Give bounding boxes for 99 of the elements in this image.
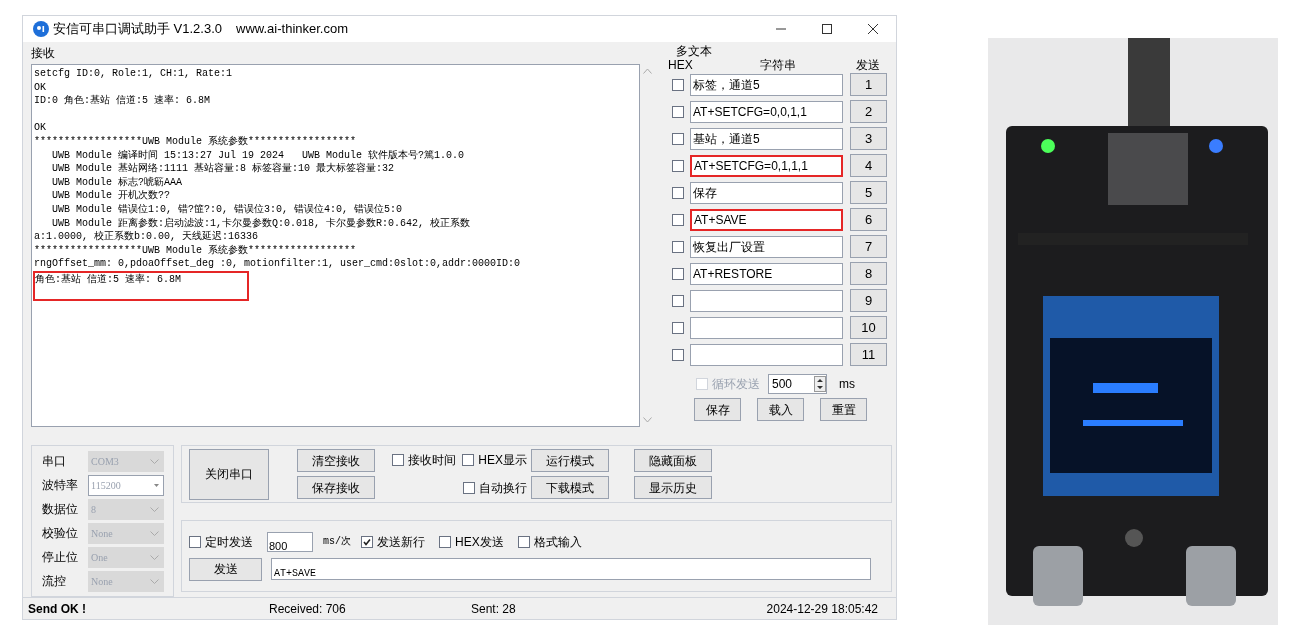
close-port-button[interactable]: 关闭串口 — [189, 448, 269, 500]
app-logo-icon — [33, 21, 49, 37]
checkbox[interactable]: 自动换行 — [463, 479, 527, 498]
log-line: UWB Module 编译时间 15:13:27 Jul 19 2024 UWB Module 软件版本号?篤1.0.0 — [51, 149, 465, 161]
hex-checkbox[interactable] — [672, 267, 684, 280]
setting-label: 数据位 — [42, 501, 79, 519]
string-field[interactable]: 标签，通道5 — [690, 73, 843, 96]
unit-label: ms — [839, 376, 855, 393]
column-header: HEX — [668, 58, 694, 72]
send-number-button[interactable]: 6 — [850, 208, 887, 231]
send-number-button[interactable]: 3 — [850, 127, 887, 150]
checkbox[interactable]: 格式输入 — [517, 532, 582, 551]
hex-checkbox[interactable] — [672, 321, 684, 334]
column-header: 发送 — [855, 58, 881, 72]
log-line: ******************UWB Module 系统参数****************** — [34, 135, 357, 147]
string-field[interactable] — [690, 316, 843, 339]
send-input-field[interactable]: AT+SAVE — [271, 558, 871, 581]
log-line: UWB Module 错误位1:0, 错?篚?:0, 错误位3:0, 错误位4:0, 错误位5:0 — [51, 203, 403, 215]
log-line: rngOffset_mm: 0,pdoaOffset_deg :0, motionfilter:1, user_cmd:0slot:0,addr:0000ID:0 — [34, 258, 521, 270]
window-title: 安信可串口调试助手 V1.2.3.0 — [53, 20, 223, 39]
hex-checkbox[interactable] — [672, 348, 684, 361]
log-line: setcfg ID:0, Role:1, CH:1, Rate:1 — [34, 68, 233, 79]
send-number-button[interactable]: 2 — [850, 100, 887, 123]
log-line: 角色:基站 信道:5 速率: 6.8M — [35, 273, 181, 285]
sent-count: Sent: 28 — [470, 600, 517, 618]
string-field[interactable] — [690, 289, 843, 312]
log-line: OK — [34, 122, 46, 134]
string-field[interactable]: 恢复出厂设置 — [690, 235, 843, 258]
send-number-button[interactable]: 11 — [850, 343, 887, 366]
hex-checkbox[interactable] — [672, 186, 684, 199]
setting-label: 波特率 — [42, 477, 79, 495]
log-line: OK — [34, 81, 46, 93]
column-header: 字符串 — [759, 58, 797, 72]
log-line: ID:0 角色:基站 信道:5 速率: 6.8M — [34, 95, 210, 107]
chevron-icon — [150, 530, 159, 536]
setting-label: 串口 — [42, 453, 67, 471]
string-field[interactable]: 基站，通道5 — [690, 127, 843, 150]
multi-text-label: 多文本 — [676, 44, 713, 58]
string-field[interactable] — [690, 343, 843, 366]
receive-button[interactable]: 保存接收 — [297, 476, 375, 500]
send-number-button[interactable]: 7 — [850, 235, 887, 258]
hex-checkbox[interactable] — [672, 78, 684, 91]
string-field[interactable]: AT+SAVE — [690, 208, 843, 231]
caret-icon — [154, 483, 159, 487]
chevron-icon — [150, 506, 159, 512]
hex-checkbox[interactable] — [672, 159, 684, 172]
receive-button[interactable]: 清空接收 — [297, 449, 375, 473]
checkbox[interactable]: 发送新行 — [361, 532, 425, 551]
send-number-button[interactable]: 4 — [850, 154, 887, 177]
mode-button[interactable]: 运行模式 — [531, 449, 609, 473]
hex-checkbox[interactable] — [672, 132, 684, 145]
panel-button[interactable]: 显示历史 — [634, 476, 712, 500]
panel-button[interactable]: 载入 — [757, 398, 804, 421]
string-field[interactable]: AT+RESTORE — [690, 262, 843, 285]
panel-button[interactable]: 重置 — [820, 398, 867, 421]
maximize-icon — [822, 24, 832, 34]
send-number-button[interactable]: 5 — [850, 181, 887, 204]
panel-button[interactable]: 隐藏面板 — [634, 449, 712, 473]
window-title-url: www.ai-thinker.com — [236, 20, 349, 39]
checkbox[interactable]: 定时发送 — [189, 532, 253, 551]
panel-button[interactable]: 保存 — [694, 398, 741, 421]
send-number-button[interactable]: 10 — [850, 316, 887, 339]
interval-field[interactable]: 800 — [267, 531, 313, 552]
spin-arrows-icon[interactable] — [814, 376, 826, 392]
loop-send-label: 循环发送 — [712, 376, 760, 393]
send-number-button[interactable]: 8 — [850, 262, 887, 285]
log-line: UWB Module 标志?唬簕AAA — [51, 176, 183, 188]
hex-checkbox[interactable] — [672, 294, 684, 307]
checkbox[interactable]: HEX显示 — [462, 451, 527, 470]
status-time: 2024-12-29 18:05:42 — [766, 600, 879, 618]
chevron-icon — [150, 578, 159, 584]
check-icon — [363, 537, 371, 546]
hex-checkbox[interactable] — [672, 213, 684, 226]
send-number-button[interactable]: 1 — [850, 73, 887, 96]
string-field[interactable]: AT+SETCFG=0,0,1,1 — [690, 100, 843, 123]
setting-label: 校验位 — [42, 525, 79, 543]
send-number-button[interactable]: 9 — [850, 289, 887, 312]
mode-button[interactable]: 下载模式 — [531, 476, 609, 500]
log-line: a:1.0000, 校正系数b:0.00, 天线延迟:16336 — [34, 231, 259, 243]
log-line: UWB Module 开机次数?? — [51, 190, 170, 202]
chevron-icon — [150, 554, 159, 560]
log-line: UWB Module 基站网络:1111 基站容量:8 标签容量:10 最大标签容量:32 — [51, 163, 395, 175]
string-field[interactable]: 保存 — [690, 181, 843, 204]
send-button[interactable]: 发送 — [189, 557, 262, 581]
string-field[interactable]: AT+SETCFG=0,1,1,1 — [690, 154, 843, 177]
checkbox[interactable]: HEX发送 — [439, 532, 504, 551]
unit-label: ms/次 — [323, 535, 351, 550]
setting-label: 停止位 — [42, 549, 79, 567]
log-line: UWB Module 距离参数:启动滤波:1,卡尔曼参数Q:0.018, 卡尔曼参数R:0.642, 校正系数 — [51, 217, 471, 229]
hex-checkbox[interactable] — [672, 240, 684, 253]
chevron-icon — [150, 458, 159, 464]
close-icon — [868, 24, 878, 34]
status-message: Send OK ! — [27, 600, 87, 618]
receive-label: 接收 — [31, 45, 56, 61]
hex-checkbox[interactable] — [672, 105, 684, 118]
checkbox[interactable]: 接收时间 — [392, 451, 457, 470]
log-line: ******************UWB Module 系统参数****************** — [34, 244, 357, 256]
setting-label: 流控 — [42, 573, 67, 591]
received-count: Received: 706 — [269, 600, 347, 618]
